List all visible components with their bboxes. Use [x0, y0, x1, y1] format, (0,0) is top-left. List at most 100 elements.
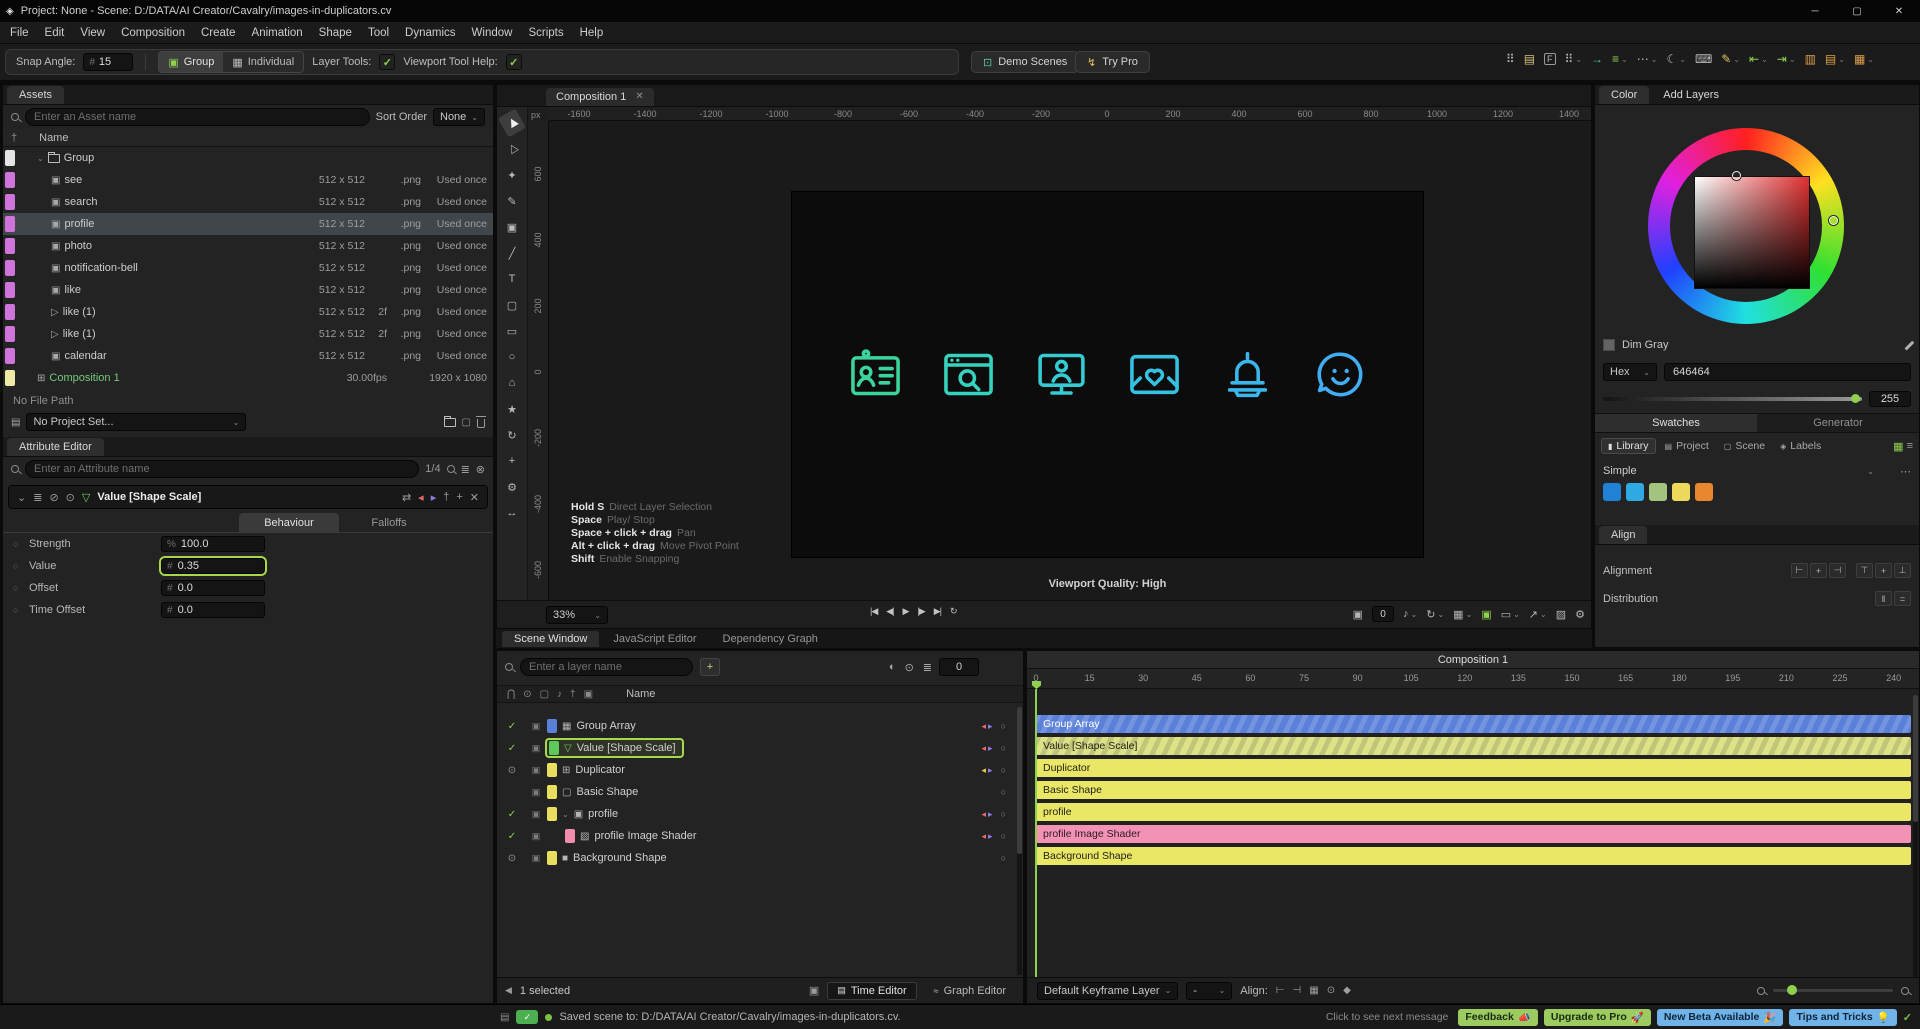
panel-layout-icon[interactable]: ▤ — [1524, 52, 1535, 66]
alpha-slider[interactable] — [1603, 394, 1862, 403]
try-pro-button[interactable]: ↯ Try Pro — [1075, 51, 1150, 73]
sv-marker[interactable] — [1732, 171, 1741, 180]
timeline-track-bar[interactable]: profile Image Shader — [1036, 825, 1911, 843]
menu-help[interactable]: Help — [572, 24, 612, 42]
zoom-plus-icon[interactable] — [446, 465, 455, 473]
collapse-icon[interactable]: ◀ — [505, 985, 512, 996]
rectangle-tool[interactable]: ▭ — [501, 321, 523, 341]
keyframe-toggle-icon[interactable]: ○ — [13, 561, 29, 571]
menu-file[interactable]: File — [2, 24, 37, 42]
attribute-tab-behaviour[interactable]: Behaviour — [239, 513, 339, 532]
grid-view-icon[interactable]: ▦ ⌄ — [1854, 52, 1874, 66]
viewport-tool-help-checkbox[interactable]: ✓ — [505, 54, 522, 70]
menu-create[interactable]: Create — [193, 24, 244, 42]
add-layer-button[interactable]: + — [699, 658, 720, 676]
new-beta-available-button[interactable]: New Beta Available 🎉 — [1656, 1008, 1784, 1026]
align-right-button[interactable]: ⊣ — [1829, 563, 1846, 578]
asset-row[interactable]: ⊞ Composition 1 30.00fps 1920 x 1080 — [3, 367, 493, 389]
go-to-end-button[interactable]: ▶| — [934, 606, 942, 617]
asset-row[interactable]: ▣ photo 512 x 512 .png Used once — [3, 235, 493, 257]
select-tool[interactable]: ▶ — [497, 108, 527, 138]
demo-scenes-button[interactable]: ⊡ Demo Scenes — [971, 51, 1080, 73]
panel-icon[interactable]: ▢ — [462, 417, 471, 428]
camera-tool[interactable]: ▣ — [501, 217, 523, 237]
library-tab-library[interactable]: ▮ Library — [1601, 438, 1656, 454]
keyframe-toggle-icon[interactable]: ○ — [13, 583, 29, 593]
menu-shape[interactable]: Shape — [311, 24, 360, 42]
enabled-checkbox[interactable]: ✓ — [497, 743, 527, 754]
snapshot-camera-icon[interactable]: ▣ — [1353, 608, 1363, 621]
artboard-tool[interactable]: ▢ — [501, 295, 523, 315]
timeline-scrollbar[interactable] — [1913, 695, 1918, 977]
asset-row[interactable]: ▣ notification-bell 512 x 512 .png Used once — [3, 257, 493, 279]
value-type-icon[interactable]: ▽ — [82, 491, 90, 504]
align-center-h-button[interactable]: + — [1810, 563, 1827, 578]
play-button[interactable]: ▶ — [903, 606, 910, 617]
line-tool[interactable]: ╱ — [501, 243, 523, 263]
grid-overlay-icon[interactable]: ▦ ⌄ — [1453, 608, 1472, 621]
timeline-ruler[interactable]: 0 15 30 45 60 75 90 105 120 135 150 165 180 195 210 225… — [1027, 669, 1919, 689]
zoom-dropdown[interactable]: 33% ⌄ — [546, 606, 608, 624]
align-column-icon[interactable]: ⇥ ⌄ — [1777, 52, 1796, 66]
keyframe-icon[interactable]: ◆ — [1343, 985, 1351, 996]
audio-icon[interactable]: ♪ ⌄ — [1403, 608, 1417, 620]
asset-row[interactable]: ▷ like (1) 512 x 512 2f .png Used once — [3, 323, 493, 345]
menu-view[interactable]: View — [72, 24, 113, 42]
align-start-icon[interactable]: ⊢ — [1276, 985, 1285, 996]
align-center-v-button[interactable]: + — [1875, 563, 1892, 578]
time-editor-button[interactable]: ▤ Time Editor — [827, 981, 917, 1000]
open-folder-icon[interactable] — [443, 415, 456, 427]
screen-bounds-icon[interactable]: ▭ ⌄ — [1501, 608, 1520, 621]
asset-row[interactable]: ⌄ Group — [3, 147, 493, 169]
add-icon[interactable]: + — [456, 491, 462, 503]
enabled-checkbox[interactable]: ✓ — [497, 721, 527, 732]
keyframe-toggle-icon[interactable]: ○ — [13, 605, 29, 615]
audio-column-icon[interactable]: ♪ — [557, 689, 562, 700]
tab-color[interactable]: Color — [1599, 86, 1650, 104]
isolate-icon[interactable]: ◐ — [889, 661, 896, 674]
viewport-settings-gear-icon[interactable]: ⚙ — [1575, 608, 1585, 621]
layer-row[interactable]: ✓ ▣ ▽ Value [Shape Scale] ◂ ▸ ○ — [497, 737, 1016, 759]
next-message-label[interactable]: Click to see next message — [1326, 1011, 1449, 1023]
swatch-list-view-icon[interactable]: ≡ — [1907, 440, 1913, 452]
enabled-checkbox[interactable]: ✓ — [497, 831, 527, 842]
solo-ring-icon[interactable]: ○ — [1001, 853, 1006, 863]
expander-icon[interactable]: ⌄ — [562, 810, 569, 819]
menu-tool[interactable]: Tool — [360, 24, 397, 42]
align-end-icon[interactable]: ⊣ — [1293, 985, 1302, 996]
attribute-tab-falloffs[interactable]: Falloffs — [339, 513, 439, 532]
library-tab-labels[interactable]: ◈ Labels — [1774, 438, 1827, 454]
color-swatch[interactable] — [1603, 483, 1621, 501]
next-attribute-icon[interactable]: ▸ — [431, 491, 437, 504]
sort-order-dropdown[interactable]: None ⌄ — [433, 108, 485, 126]
library-tab-project[interactable]: ▤ Project — [1659, 438, 1715, 454]
attribute-value-input[interactable]: #0.0 — [161, 580, 265, 596]
asset-row[interactable]: ▣ calendar 512 x 512 .png Used once — [3, 345, 493, 367]
zoom-in-icon[interactable] — [1901, 986, 1909, 995]
display-quality-icon[interactable]: ▣ — [1481, 608, 1491, 621]
render-toggle-icon[interactable]: ▣ — [527, 765, 545, 776]
filter-settings-icon[interactable]: ≣ — [923, 661, 932, 674]
timeline-track-bar[interactable]: Basic Shape — [1036, 781, 1911, 799]
spiral-tool[interactable]: ↻ — [501, 425, 523, 445]
menu-dynamics[interactable]: Dynamics — [397, 24, 463, 42]
star-tool[interactable]: ★ — [501, 399, 523, 419]
text-tool[interactable]: T — [501, 269, 523, 289]
pin-icon[interactable]: † — [443, 491, 449, 503]
render-toggle-icon[interactable]: ▣ — [527, 743, 545, 754]
tips-and-tricks-button[interactable]: Tips and Tricks 💡 — [1789, 1008, 1897, 1026]
snap-grid-icon[interactable]: ▦ — [1309, 985, 1318, 996]
layer-color-chip[interactable] — [547, 719, 557, 733]
apps-grid-icon[interactable]: ⠿ — [1506, 52, 1515, 66]
horizontal-ruler[interactable]: -1600 -1400 -1200 -1000 -800 -600 -400 -200 0 200… — [549, 107, 1591, 121]
render-toggle-icon[interactable]: ▣ — [527, 853, 545, 864]
layer-color-chip[interactable] — [547, 807, 557, 821]
annotate-pen-icon[interactable]: ✎ ⌄ — [1721, 52, 1740, 66]
maximize-button[interactable]: ▢ — [1836, 0, 1878, 22]
layer-row[interactable]: ⊙ ▣ ■ Background Shape ○ — [497, 847, 1016, 869]
visibility-eye-icon[interactable]: ⊙ — [497, 765, 527, 776]
layer-tools-checkbox[interactable]: ✓ — [379, 54, 396, 70]
distribute-vertical-button[interactable]: = — [1894, 591, 1911, 606]
grab-tool[interactable]: ✦ — [501, 165, 523, 185]
align-bottom-button[interactable]: ⊥ — [1894, 563, 1911, 578]
